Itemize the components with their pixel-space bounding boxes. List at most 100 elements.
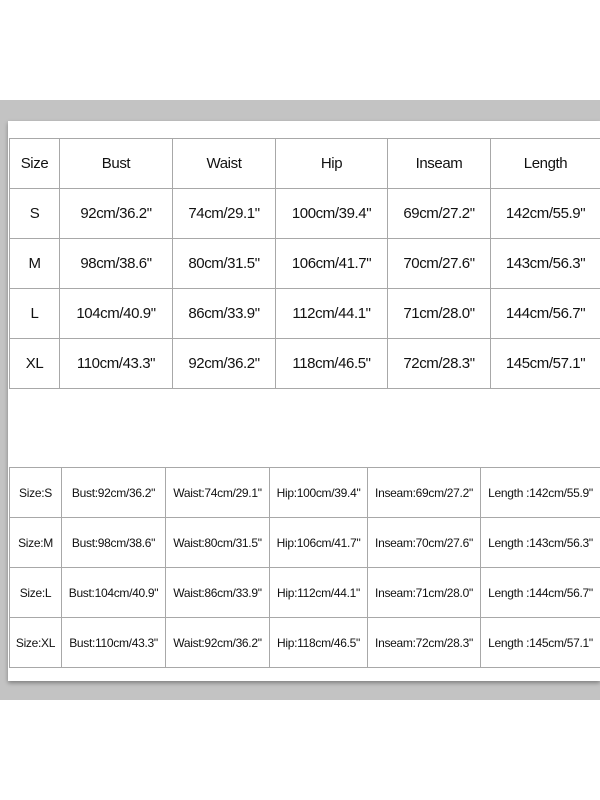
table-cell: 71cm/28.0" bbox=[387, 288, 491, 339]
cell-text: Waist:80cm/31.5" bbox=[173, 535, 262, 550]
table-header-row: Size Bust Waist Hip Inseam Length bbox=[9, 138, 600, 189]
cell-text: Hip:100cm/39.4" bbox=[276, 485, 361, 500]
table-cell: Bust:110cm/43.3" bbox=[61, 617, 166, 668]
table-cell: Waist:92cm/36.2" bbox=[165, 617, 270, 668]
table-cell: Inseam:70cm/27.6" bbox=[367, 517, 481, 568]
cell-text: Hip:106cm/41.7" bbox=[276, 535, 361, 550]
table-cell: Length bbox=[490, 138, 600, 189]
cell-text: Waist bbox=[206, 154, 242, 172]
cell-text: 98cm/38.6" bbox=[80, 254, 152, 272]
table-cell: Length :142cm/55.9" bbox=[480, 467, 600, 518]
cell-text: 145cm/57.1" bbox=[505, 354, 586, 372]
cell-text: Size:M bbox=[18, 535, 53, 550]
cell-text: Length bbox=[523, 154, 568, 172]
table-row: S 92cm/36.2" 74cm/29.1" 100cm/39.4" 69cm/27.… bbox=[9, 188, 600, 239]
cell-text: 143cm/56.3" bbox=[505, 254, 586, 272]
cell-text: S bbox=[29, 204, 40, 222]
table-row: M 98cm/38.6" 80cm/31.5" 106cm/41.7" 70cm/27.… bbox=[9, 238, 600, 289]
cell-text: Hip bbox=[320, 154, 343, 172]
table-row: L 104cm/40.9" 86cm/33.9" 112cm/44.1" 71cm/28… bbox=[9, 288, 600, 339]
table-cell: 144cm/56.7" bbox=[490, 288, 600, 339]
cell-text: Bust:110cm/43.3" bbox=[69, 635, 158, 650]
table-cell: 70cm/27.6" bbox=[387, 238, 491, 289]
cell-text: 92cm/36.2" bbox=[188, 354, 260, 372]
cell-text: Inseam bbox=[415, 154, 463, 172]
table-cell: Hip:112cm/44.1" bbox=[269, 567, 368, 618]
table-cell: 98cm/38.6" bbox=[59, 238, 173, 289]
table-cell: 145cm/57.1" bbox=[490, 338, 600, 389]
table-cell: 118cm/46.5" bbox=[275, 338, 388, 389]
table-row: Size:XL Bust:110cm/43.3" Waist:92cm/36.2" H… bbox=[9, 617, 600, 668]
cell-text: 142cm/55.9" bbox=[505, 204, 586, 222]
table-cell: Size:S bbox=[9, 467, 62, 518]
cell-text: Waist:74cm/29.1" bbox=[173, 485, 262, 500]
table-row: Size:S Bust:92cm/36.2" Waist:74cm/29.1" Hip… bbox=[9, 467, 600, 518]
table-cell: Size bbox=[9, 138, 60, 189]
cell-text: L bbox=[30, 304, 39, 322]
table-row: XL 110cm/43.3" 92cm/36.2" 118cm/46.5" 72cm/2… bbox=[9, 338, 600, 389]
cell-text: Bust:104cm/40.9" bbox=[68, 585, 159, 600]
cell-text: 112cm/44.1" bbox=[292, 304, 371, 322]
cell-text: 74cm/29.1" bbox=[188, 204, 260, 222]
cell-text: 72cm/28.3" bbox=[403, 354, 475, 372]
table-cell: Inseam bbox=[387, 138, 491, 189]
table-cell: 80cm/31.5" bbox=[172, 238, 276, 289]
table-cell: Waist bbox=[172, 138, 276, 189]
table-cell: 100cm/39.4" bbox=[275, 188, 388, 239]
table-cell: XL bbox=[9, 338, 60, 389]
cell-text: Inseam:70cm/27.6" bbox=[375, 535, 473, 550]
table-cell: 72cm/28.3" bbox=[387, 338, 491, 389]
cell-text: 69cm/27.2" bbox=[403, 204, 475, 222]
cell-text: 86cm/33.9" bbox=[188, 304, 260, 322]
table-cell: L bbox=[9, 288, 60, 339]
table-cell: Size:L bbox=[9, 567, 62, 618]
table-cell: Size:XL bbox=[9, 617, 62, 668]
cell-text: 110cm/43.3" bbox=[76, 354, 156, 372]
cell-text: Bust:98cm/38.6" bbox=[71, 535, 156, 550]
table-cell: Hip:100cm/39.4" bbox=[269, 467, 368, 518]
cell-text: Hip:118cm/46.5" bbox=[277, 635, 360, 650]
table-cell: Waist:74cm/29.1" bbox=[165, 467, 270, 518]
table-cell: Inseam:72cm/28.3" bbox=[367, 617, 481, 668]
table-cell: Bust:104cm/40.9" bbox=[61, 567, 166, 618]
table-cell: Bust:98cm/38.6" bbox=[61, 517, 166, 568]
table-cell: Hip bbox=[275, 138, 388, 189]
cell-text: Size bbox=[20, 154, 49, 172]
size-table-columns: Size Bust Waist Hip Inseam Length S 92cm/36.2" 7… bbox=[9, 138, 600, 389]
cell-text: M bbox=[28, 254, 41, 272]
table-cell: Length :144cm/56.7" bbox=[480, 567, 600, 618]
cell-text: 92cm/36.2" bbox=[80, 204, 152, 222]
table-cell: 69cm/27.2" bbox=[387, 188, 491, 239]
table-cell: 110cm/43.3" bbox=[59, 338, 173, 389]
cell-text: Length :143cm/56.3" bbox=[488, 535, 593, 550]
cell-text: Inseam:72cm/28.3" bbox=[375, 635, 473, 650]
cell-text: 106cm/41.7" bbox=[291, 254, 372, 272]
table-cell: 142cm/55.9" bbox=[490, 188, 600, 239]
size-table-labeled: Size:S Bust:92cm/36.2" Waist:74cm/29.1" Hip… bbox=[9, 467, 600, 668]
table-cell: 86cm/33.9" bbox=[172, 288, 276, 339]
cell-text: Waist:86cm/33.9" bbox=[173, 585, 262, 600]
cell-text: 70cm/27.6" bbox=[403, 254, 475, 272]
table-row: Size:L Bust:104cm/40.9" Waist:86cm/33.9" Hi… bbox=[9, 567, 600, 618]
table-cell: 92cm/36.2" bbox=[59, 188, 173, 239]
table-cell: 74cm/29.1" bbox=[172, 188, 276, 239]
table-cell: M bbox=[9, 238, 60, 289]
table-cell: Length :145cm/57.1" bbox=[480, 617, 600, 668]
cell-text: Waist:92cm/36.2" bbox=[173, 635, 262, 650]
table-cell: Bust bbox=[59, 138, 173, 189]
table-cell: Inseam:71cm/28.0" bbox=[367, 567, 481, 618]
table-cell: Length :143cm/56.3" bbox=[480, 517, 600, 568]
cell-text: Length :144cm/56.7" bbox=[488, 585, 593, 600]
cell-text: 104cm/40.9" bbox=[76, 304, 156, 322]
cell-text: Size:XL bbox=[15, 635, 56, 650]
table-cell: Hip:106cm/41.7" bbox=[269, 517, 368, 568]
cell-text: Inseam:71cm/28.0" bbox=[375, 585, 473, 600]
table-cell: 92cm/36.2" bbox=[172, 338, 276, 389]
cell-text: 100cm/39.4" bbox=[291, 204, 372, 222]
cell-text: Bust:92cm/36.2" bbox=[71, 485, 156, 500]
table-cell: 106cm/41.7" bbox=[275, 238, 388, 289]
cell-text: 118cm/46.5" bbox=[292, 354, 371, 372]
table-cell: Waist:86cm/33.9" bbox=[165, 567, 270, 618]
cell-text: Size:S bbox=[19, 485, 52, 500]
table-cell: Bust:92cm/36.2" bbox=[61, 467, 166, 518]
